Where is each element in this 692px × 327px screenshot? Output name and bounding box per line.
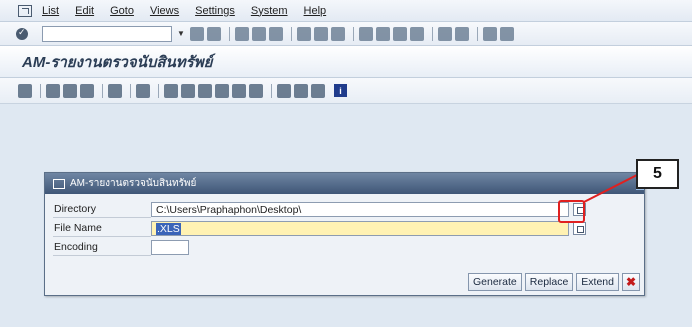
annotation-highlight-box (558, 200, 585, 223)
annotation-connector (583, 174, 638, 203)
annotation-step-label: 5 (636, 159, 679, 189)
sap-window: List Edit Goto Views Settings System Hel… (0, 0, 692, 327)
